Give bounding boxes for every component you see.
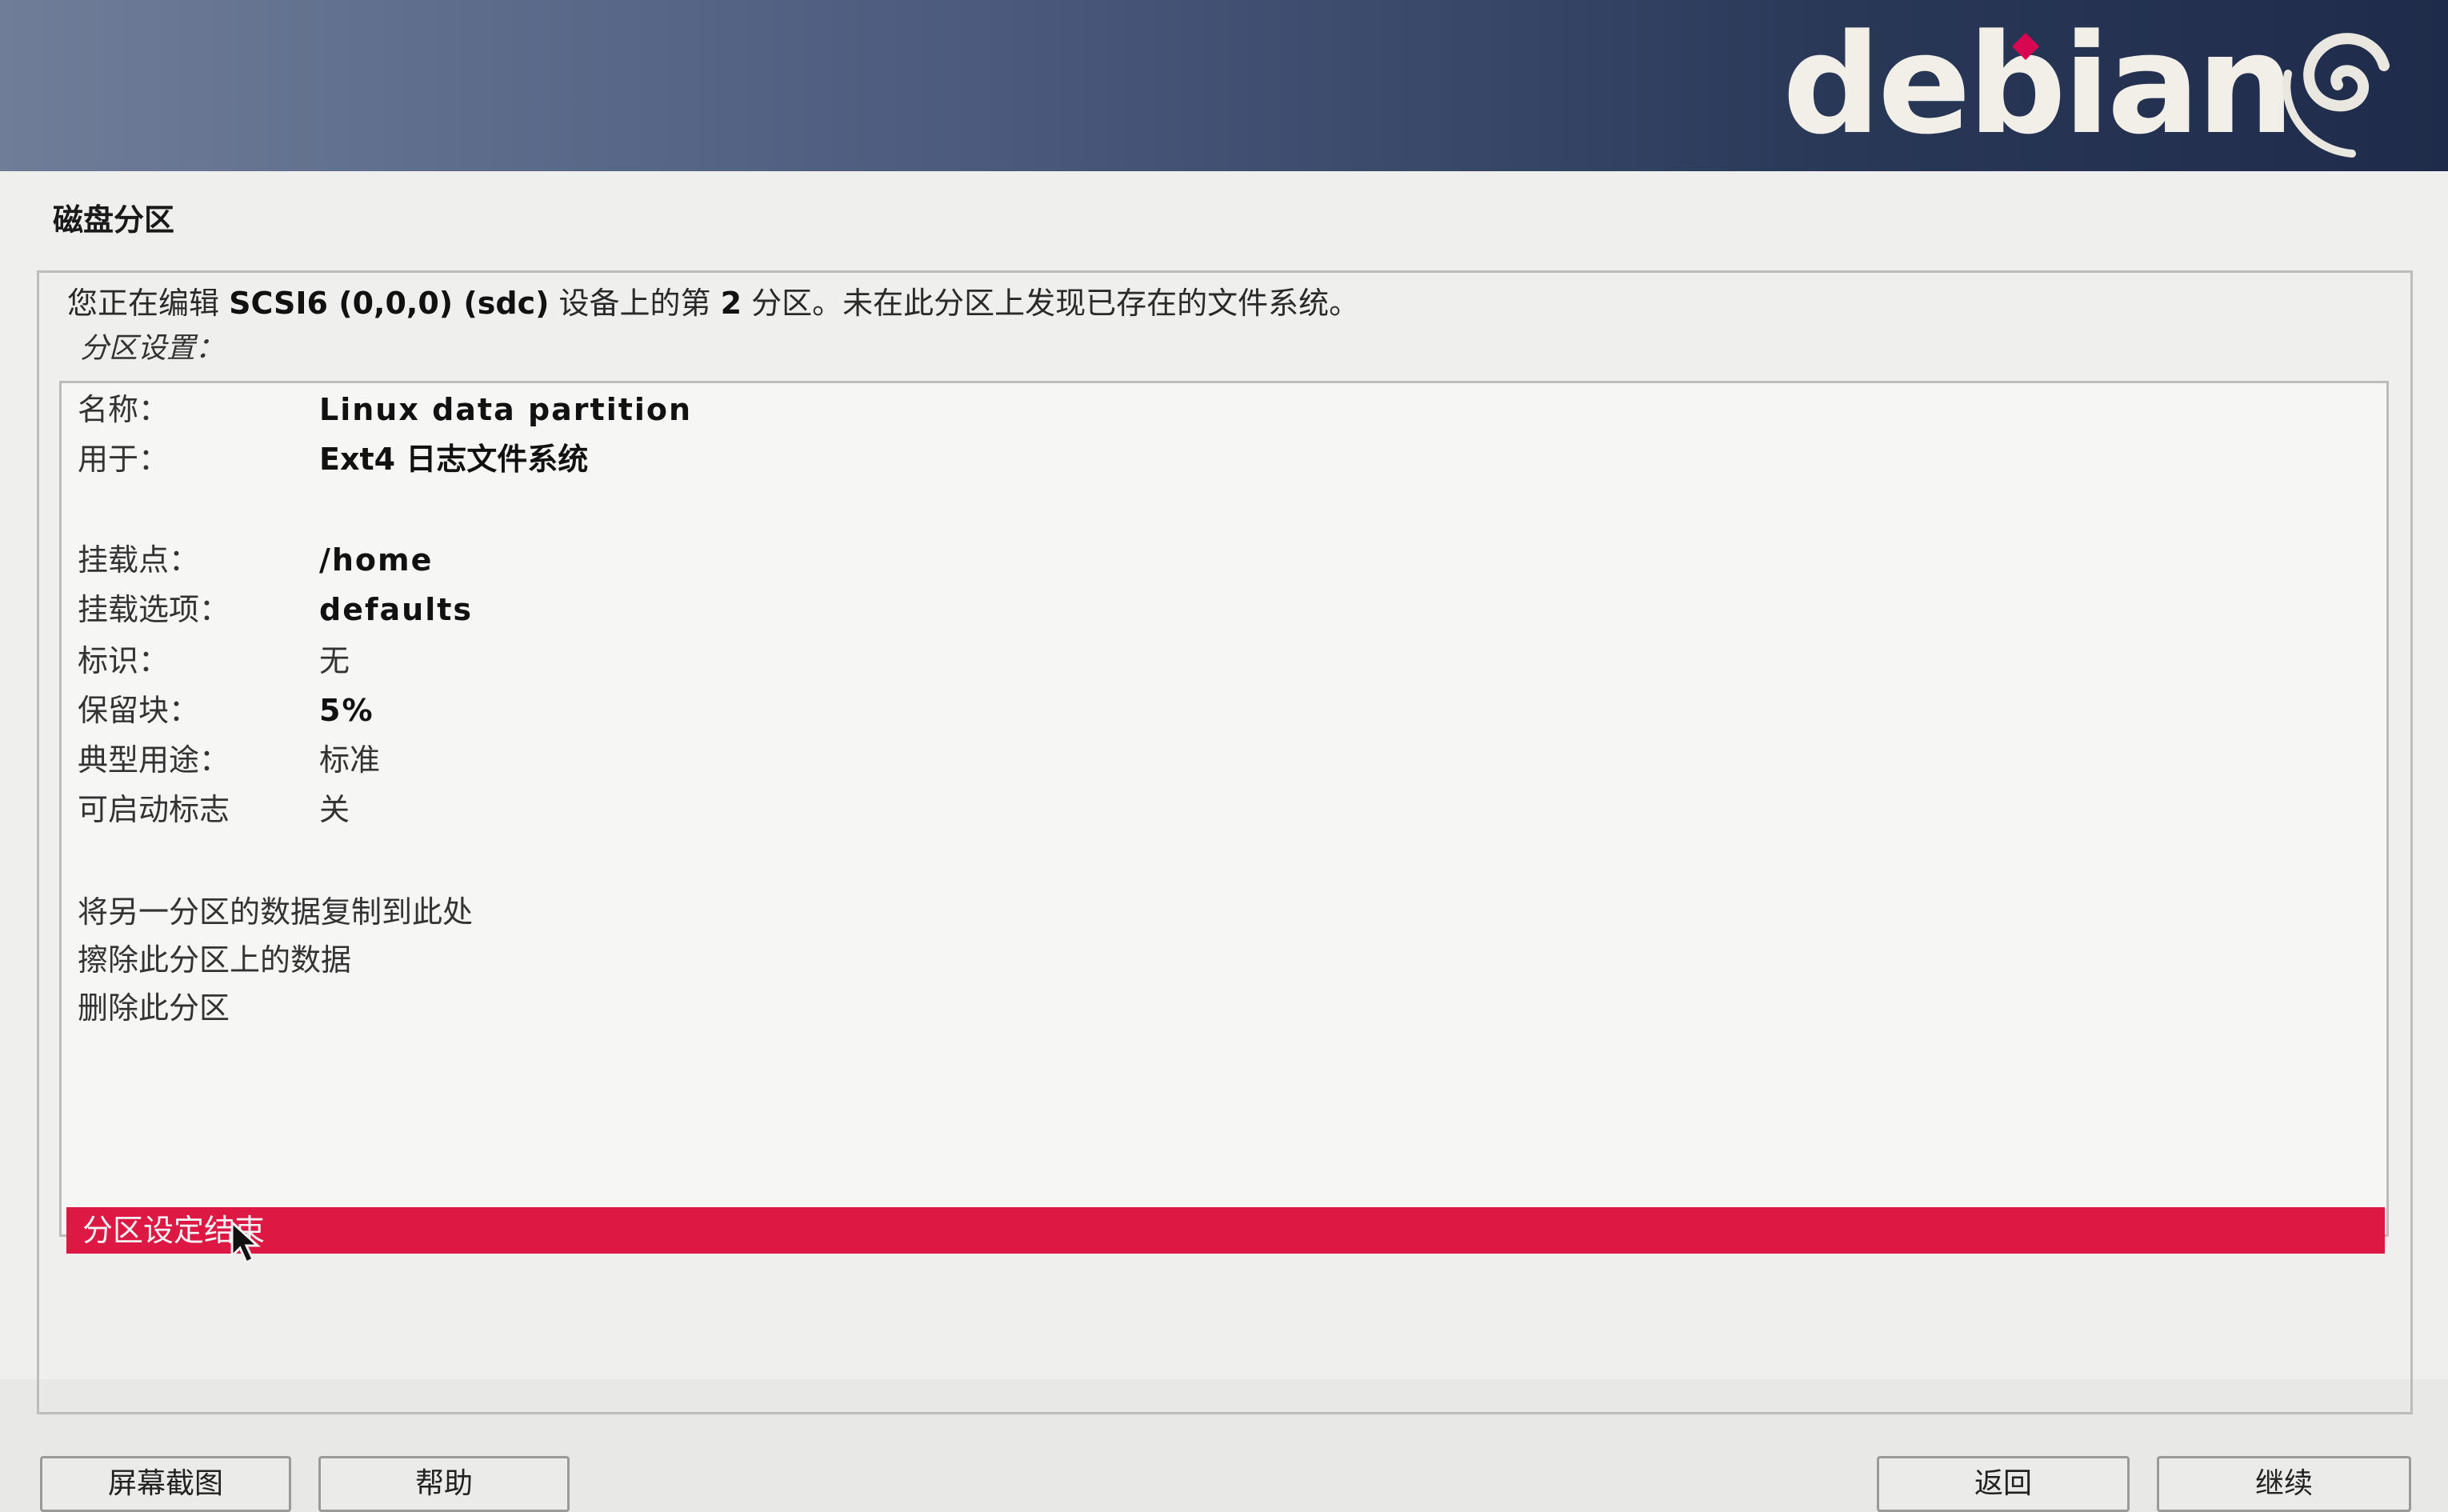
- setting-key: 保留块：: [78, 693, 200, 728]
- setting-value: /home: [319, 542, 434, 578]
- partition-number: 2: [720, 286, 742, 321]
- setting-key: 用于：: [78, 442, 170, 477]
- description-middle: 设备上的第: [549, 286, 721, 321]
- main-area: 磁盘分区 您正在编辑 SCSI6 (0,0,0) (sdc) 设备上的第 2 分…: [0, 171, 2448, 1512]
- screenshot-button[interactable]: 屏幕截图: [40, 1456, 291, 1512]
- continue-button[interactable]: 继续: [2157, 1456, 2411, 1512]
- settings-subtitle: 分区设置：: [80, 332, 225, 365]
- mouse-cursor-icon: [230, 1221, 261, 1265]
- description-suffix: 分区。未在此分区上发现已存在的文件系统。: [742, 286, 1360, 321]
- action-label: 删除此分区: [78, 990, 230, 1026]
- back-button[interactable]: 返回: [1877, 1456, 2130, 1512]
- action-copy-data[interactable]: 将另一分区的数据复制到此处: [78, 887, 473, 937]
- setting-value: defaults: [319, 592, 474, 627]
- action-done-setting-up-partition[interactable]: 分区设定结束: [66, 1207, 2385, 1254]
- action-erase-data[interactable]: 擦除此分区上的数据: [78, 935, 351, 985]
- setting-value: 5%: [319, 693, 374, 728]
- setting-key: 典型用途：: [78, 742, 230, 778]
- page-title: 磁盘分区: [53, 202, 175, 238]
- setting-key: 可启动标志: [78, 792, 230, 827]
- setting-key: 名称：: [78, 392, 170, 427]
- setting-key: 挂载选项：: [78, 592, 230, 627]
- debian-swirl-icon: [2282, 33, 2390, 158]
- action-label: 将另一分区的数据复制到此处: [78, 894, 474, 930]
- setting-key: 挂载点：: [78, 542, 200, 578]
- setting-value: 无: [319, 643, 350, 678]
- description-text: 您正在编辑 SCSI6 (0,0,0) (sdc) 设备上的第 2 分区。未在此…: [67, 278, 1359, 322]
- action-label: 擦除此分区上的数据: [78, 942, 352, 978]
- device-name: SCSI6 (0,0,0) (sdc): [229, 286, 550, 321]
- setting-value: Linux data partition: [319, 392, 693, 427]
- setting-value: Ext4 日志文件系统: [319, 442, 589, 477]
- action-delete-partition[interactable]: 删除此分区: [78, 983, 230, 1033]
- setting-value: 关: [319, 792, 350, 827]
- debian-logo-text: debian: [1782, 4, 2294, 165]
- partition-settings-list: 名称： Linux data partition 用于： Ext4 日志文件系统…: [59, 381, 2389, 1254]
- header-banner: debian: [0, 0, 2448, 171]
- setting-value: 标准: [319, 742, 381, 778]
- help-button[interactable]: 帮助: [318, 1456, 570, 1512]
- description-prefix: 您正在编辑: [67, 286, 230, 321]
- setting-key: 标识：: [78, 643, 170, 678]
